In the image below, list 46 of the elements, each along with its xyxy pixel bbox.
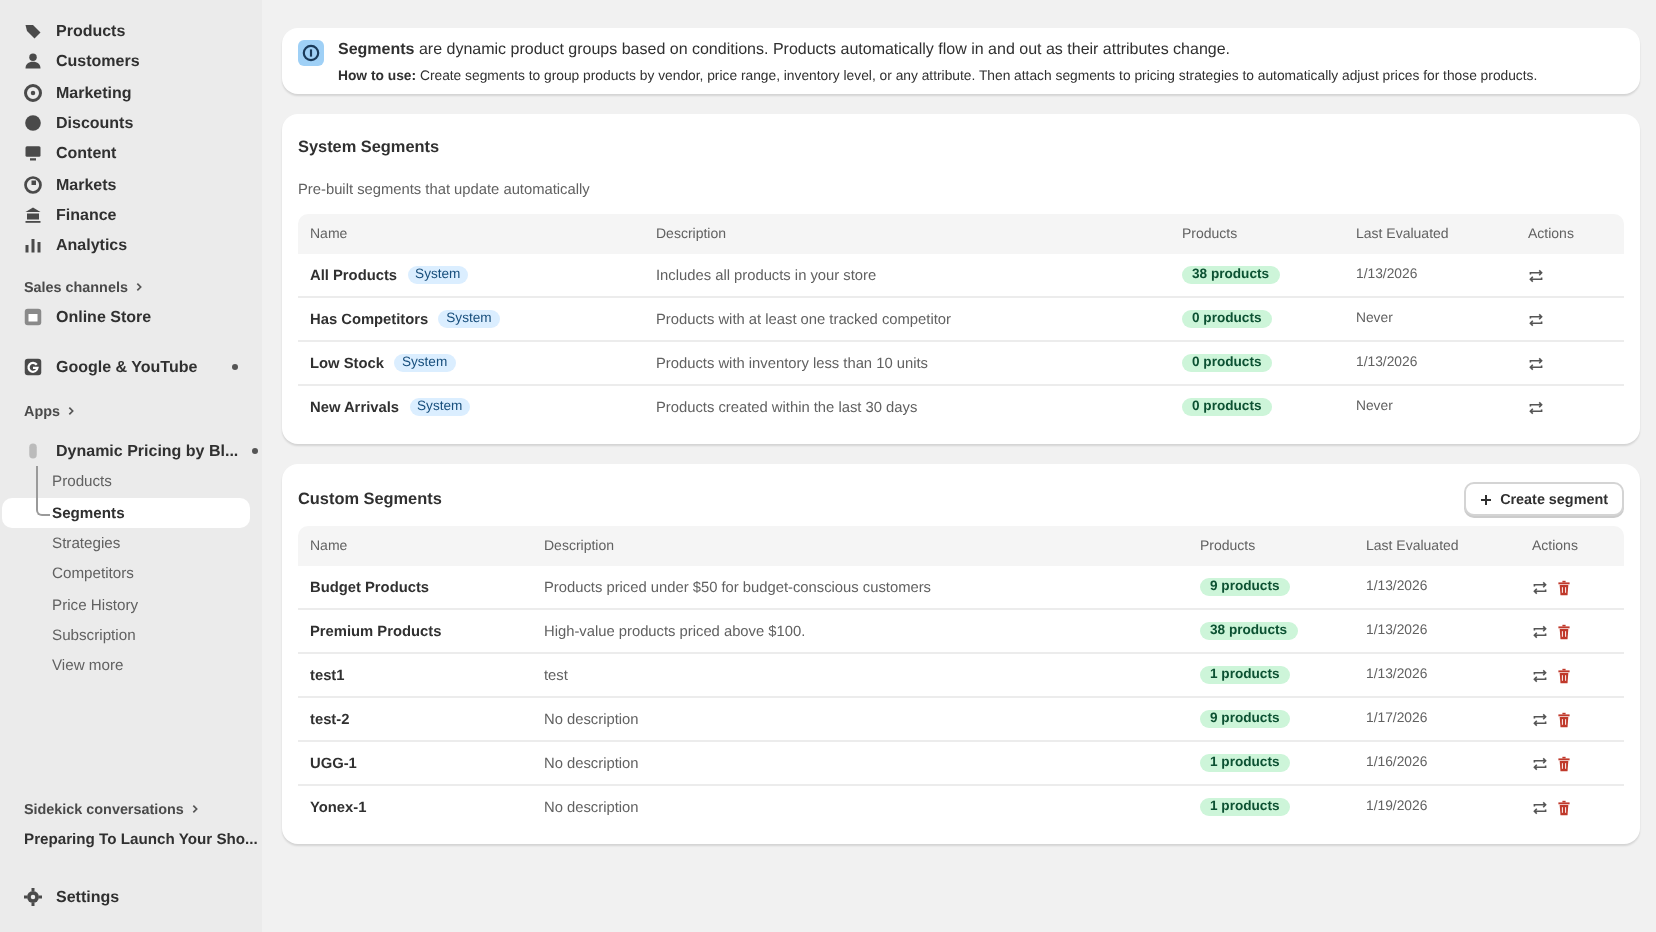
person-icon [24,52,42,71]
target-icon [24,83,42,102]
chevron-icon [189,803,200,814]
refresh-icon[interactable] [1532,579,1548,595]
plus-icon [1480,493,1493,505]
nav-item[interactable]: Online Store [12,300,250,332]
refresh-icon[interactable] [1528,311,1544,327]
trash-icon[interactable] [1556,579,1572,595]
card-title: System Segments [298,137,440,155]
refresh-icon[interactable] [1528,399,1544,415]
monitor-icon [24,144,42,163]
chevron-icon [65,406,76,417]
trash-icon[interactable] [1556,623,1572,639]
store-icon [24,307,42,326]
refresh-icon[interactable] [1528,267,1544,283]
nav-item[interactable]: Content [12,138,250,169]
app-icon [24,442,42,461]
tag-icon [24,22,42,41]
nav-item[interactable]: Finance [12,199,250,231]
nav-item[interactable]: Markets [12,168,250,200]
card-title: Custom Segments [298,490,442,508]
nav-item[interactable]: Customers [12,46,250,78]
refresh-icon[interactable] [1532,711,1548,727]
info-text: Segments are dynamic product groups based on conditions. Products automatically flow in and out as their attributes change. [338,40,1233,58]
nav-item[interactable]: Products [12,16,250,47]
chevron-icon [133,281,144,292]
nav-item[interactable]: Google & YouTube [12,351,250,382]
settings-item[interactable]: Settings [12,881,250,912]
trash-icon[interactable] [1556,755,1572,771]
info-icon [298,40,324,66]
bank-icon [24,205,42,224]
trash-icon[interactable] [1556,711,1572,727]
app-item[interactable]: Dynamic Pricing by Bl... [12,435,250,467]
bar-chart-icon [24,236,42,255]
settings-icon [24,887,42,906]
refresh-icon[interactable] [1532,623,1548,639]
nav-item[interactable]: Marketing [12,77,250,108]
nav-item[interactable]: Discounts [12,107,250,139]
g-logo-icon [24,357,42,376]
refresh-icon[interactable] [1532,799,1548,815]
refresh-icon[interactable] [1528,355,1544,371]
trash-icon[interactable] [1556,667,1572,683]
refresh-icon[interactable] [1532,755,1548,771]
refresh-icon[interactable] [1532,667,1548,683]
nav-item[interactable]: Analytics [12,230,250,261]
trash-icon[interactable] [1556,799,1572,815]
